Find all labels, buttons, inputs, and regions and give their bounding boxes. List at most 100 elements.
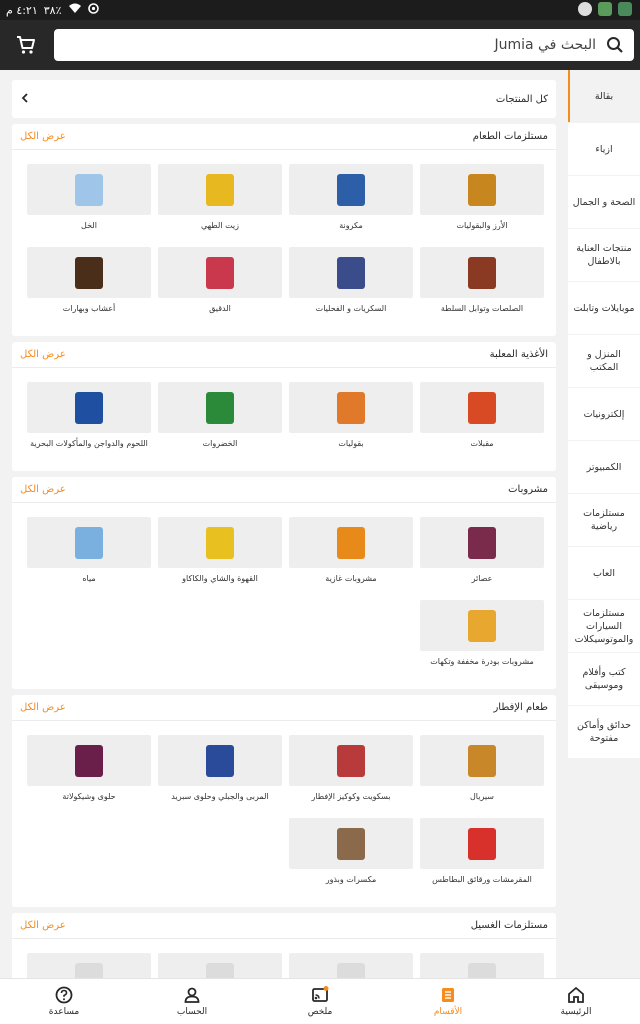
subcategory-grid: [12, 939, 556, 980]
nav-item[interactable]: الحساب: [128, 979, 256, 1024]
subcategory-tile[interactable]: [158, 953, 282, 980]
subcategory-tile[interactable]: زيت الطهي: [158, 164, 282, 247]
subcategory-label: القهوة والشاي والكاكاو: [182, 574, 258, 583]
all-products-row[interactable]: كل المنتجات: [12, 80, 556, 118]
subcategory-label: اللحوم والدواجن والمأكولات البحرية: [30, 439, 148, 448]
subcategory-tile[interactable]: الصلصات وتوابل السلطة: [420, 247, 544, 330]
subcategory-label: المقرمشات ورقائق البطاطس: [432, 875, 532, 884]
subcategory-tile[interactable]: سيريال: [420, 735, 544, 818]
product-thumbnail: [206, 391, 234, 424]
status-left: ٤:٢١ م ٣٨٪: [6, 3, 99, 17]
sidebar-category-label: الكمبيوتر: [586, 461, 622, 473]
sidebar-category-item[interactable]: حدائق وأماكن مفتوحة: [568, 706, 640, 758]
sidebar-category-item[interactable]: كتب وأفلام وموسيقى: [568, 653, 640, 705]
subcategory-label: سيريال: [469, 792, 494, 801]
subcategory-tile[interactable]: المربى والجبلي وحلوى سبريد: [158, 735, 282, 818]
search-icon[interactable]: [606, 36, 624, 54]
status-time: ٤:٢١ م: [6, 3, 38, 17]
sidebar-category-item[interactable]: المنزل و المكتب: [568, 335, 640, 387]
subcategory-grid: سيريال بسكويت وكوكيز الإفطار المربى والجبل…: [12, 721, 556, 907]
nav-item[interactable]: مساعدة: [0, 979, 128, 1024]
sidebar-category-item[interactable]: إلكترونيات: [568, 388, 640, 440]
subcategory-label: الصلصات وتوابل السلطة: [440, 304, 524, 313]
wifi-icon: [68, 3, 82, 17]
see-all-link[interactable]: عرض الكل: [20, 349, 66, 360]
subcategory-label: بقوليات: [338, 439, 364, 448]
chevron-left-icon: [20, 92, 30, 106]
nav-item[interactable]: الرئيسية: [512, 979, 640, 1024]
cart-icon[interactable]: [14, 33, 38, 57]
product-thumbnail: [75, 173, 103, 206]
subcategory-tile[interactable]: الخضروات: [158, 382, 282, 465]
subcategory-image: [158, 247, 282, 298]
see-all-link[interactable]: عرض الكل: [20, 131, 66, 142]
see-all-link[interactable]: عرض الكل: [20, 484, 66, 495]
subcategory-tile[interactable]: المقرمشات ورقائق البطاطس: [420, 818, 544, 901]
sidebar-category-label: منتجات العناية بالاطفال: [576, 243, 632, 267]
product-thumbnail: [337, 526, 365, 559]
subcategory-image: [289, 164, 413, 215]
subcategory-tile[interactable]: القهوة والشاي والكاكاو: [158, 517, 282, 600]
subcategory-tile[interactable]: مكرونة: [289, 164, 413, 247]
product-thumbnail: [75, 391, 103, 424]
sidebar-category-item[interactable]: بقالة: [568, 70, 640, 122]
product-thumbnail: [468, 744, 496, 777]
subcategory-label: مشروبات غازية: [325, 574, 377, 583]
nav-item[interactable]: الأقسام: [384, 979, 512, 1024]
sidebar-category-item[interactable]: منتجات العناية بالاطفال: [568, 229, 640, 281]
sidebar-category-item[interactable]: الكمبيوتر: [568, 441, 640, 493]
subcategory-tile[interactable]: مشروبات غازية: [289, 517, 413, 600]
nav-item[interactable]: ملخص: [256, 979, 384, 1024]
subcategory-tile[interactable]: مقبلات: [420, 382, 544, 465]
search-input[interactable]: [76, 37, 596, 53]
nav-label: مساعدة: [48, 1007, 80, 1017]
subcategory-tile[interactable]: عصائر: [420, 517, 544, 600]
account-icon: [183, 986, 201, 1004]
see-all-link[interactable]: عرض الكل: [20, 702, 66, 713]
product-thumbnail: [75, 526, 103, 559]
see-all-link[interactable]: عرض الكل: [20, 920, 66, 931]
subcategory-image: [158, 164, 282, 215]
subcategory-grid: عصائر مشروبات غازية القهوة والشاي والكاكاو…: [12, 503, 556, 689]
subcategory-tile[interactable]: الأرز والبقوليات: [420, 164, 544, 247]
sidebar-category-item[interactable]: مستلزمات السيارات والموتوسيكلات: [568, 600, 640, 652]
subcategory-tile[interactable]: السكريات و الفحليات: [289, 247, 413, 330]
section-header: مستلزمات الغسيل عرض الكل: [12, 913, 556, 939]
section-title: طعام الإفطار: [493, 702, 548, 713]
section-header: مستلزمات الطعام عرض الكل: [12, 124, 556, 150]
subcategory-tile[interactable]: مكسرات وبذور: [289, 818, 413, 901]
section-header: الأغذية المعلبة عرض الكل: [12, 342, 556, 368]
subcategory-tile[interactable]: [27, 953, 151, 980]
subcategory-image: [158, 382, 282, 433]
subcategory-label: المربى والجبلي وحلوى سبريد: [171, 792, 269, 801]
sidebar-category-item[interactable]: مستلزمات رياضية: [568, 494, 640, 546]
subcategory-tile[interactable]: الدقيق: [158, 247, 282, 330]
product-thumbnail: [206, 256, 234, 289]
sidebar-category-item[interactable]: ازياء: [568, 123, 640, 175]
subcategory-tile[interactable]: بقوليات: [289, 382, 413, 465]
subcategory-tile[interactable]: [289, 953, 413, 980]
subcategory-grid: مقبلات بقوليات الخضروات اللحوم والدواجن وال…: [12, 368, 556, 471]
search-bar[interactable]: [54, 29, 634, 61]
subcategory-tile[interactable]: أعشاب وبهارات: [27, 247, 151, 330]
category-content: كل المنتجات مستلزمات الطعام عرض الكل الأرز…: [12, 80, 556, 980]
sidebar-category-item[interactable]: الصحة و الجمال: [568, 176, 640, 228]
subcategory-tile[interactable]: اللحوم والدواجن والمأكولات البحرية: [27, 382, 151, 465]
subcategory-tile[interactable]: بسكويت وكوكيز الإفطار: [289, 735, 413, 818]
subcategory-tile[interactable]: حلوى وشيكولاتة: [27, 735, 151, 818]
category-section: مستلزمات الطعام عرض الكل الأرز والبقوليات م…: [12, 124, 556, 336]
app-notification-icon: [618, 2, 632, 16]
sidebar-category-item[interactable]: موبايلات وتابلت: [568, 282, 640, 334]
nav-label: الحساب: [176, 1007, 208, 1017]
product-thumbnail: [337, 744, 365, 777]
subcategory-tile[interactable]: [420, 953, 544, 980]
category-section: مشروبات عرض الكل عصائر مشروبات غازية القهوة …: [12, 477, 556, 689]
subcategory-tile[interactable]: الخل: [27, 164, 151, 247]
category-section: طعام الإفطار عرض الكل سيريال بسكويت وكوكيز …: [12, 695, 556, 907]
subcategory-label: أعشاب وبهارات: [62, 304, 116, 313]
subcategory-tile[interactable]: مياه: [27, 517, 151, 600]
subcategory-tile[interactable]: مشروبات بودرة مخففة وتكهات: [420, 600, 544, 683]
subcategory-label: الأرز والبقوليات: [456, 221, 508, 230]
sidebar-category-item[interactable]: العاب: [568, 547, 640, 599]
phone-icon: [578, 2, 592, 16]
